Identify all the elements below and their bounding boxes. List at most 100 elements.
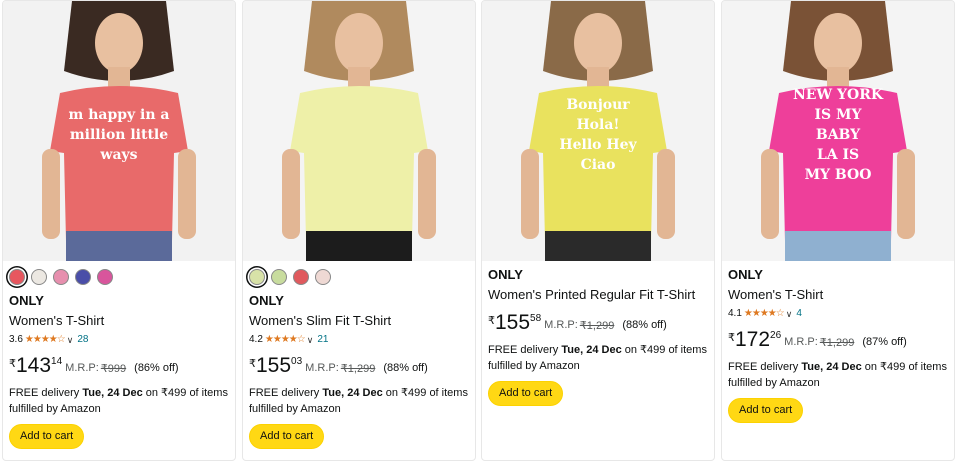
delivery-info: FREE delivery Tue, 24 Dec on ₹499 of ite… <box>488 342 708 374</box>
shirt-print-text: NEW YORK <box>793 87 884 103</box>
color-swatches <box>249 269 331 285</box>
price-fraction: 26 <box>770 330 782 341</box>
product-image[interactable]: m happy in a million little ways <box>3 1 235 261</box>
discount-badge: (87% off) <box>862 336 907 348</box>
delivery-pre: FREE delivery <box>249 387 323 399</box>
rating-row[interactable]: 4.2 ★★★★☆ ∨ 21 <box>249 333 469 347</box>
color-swatch[interactable] <box>315 269 331 285</box>
currency-symbol: ₹ <box>488 315 495 327</box>
product-title-link[interactable]: Women's T-Shirt <box>728 286 948 304</box>
brand-name: ONLY <box>249 293 284 308</box>
currency-symbol: ₹ <box>249 358 256 370</box>
shirt-print-text: ways <box>99 147 137 163</box>
delivery-date: Tue, 24 Dec <box>801 361 862 373</box>
discount-badge: (86% off) <box>134 362 179 374</box>
add-to-cart-button[interactable]: Add to cart <box>488 381 564 406</box>
price-whole: 155 <box>256 354 292 377</box>
chevron-down-icon[interactable]: ∨ <box>307 333 314 347</box>
shirt-print-text: million little <box>70 127 168 143</box>
add-to-cart-button[interactable]: Add to cart <box>249 424 325 449</box>
color-swatch[interactable] <box>75 269 91 285</box>
rating-value: 3.6 <box>9 334 23 345</box>
rating-count-link[interactable]: 28 <box>77 333 88 347</box>
brand-name: ONLY <box>488 267 523 282</box>
price-whole: 172 <box>735 328 771 351</box>
mrp-label: M.R.P: <box>305 362 339 374</box>
mrp-value: ₹1,299 <box>340 363 376 375</box>
currency-symbol: ₹ <box>9 358 16 370</box>
mrp-value: ₹1,299 <box>579 320 615 332</box>
shirt-print-text: BABY <box>816 127 861 143</box>
rating-row[interactable]: 4.1 ★★★★☆ ∨ 4 <box>728 307 948 321</box>
rating-count-link[interactable]: 21 <box>317 333 328 347</box>
price-fraction: 14 <box>51 356 63 367</box>
delivery-pre: FREE delivery <box>9 387 83 399</box>
shirt-print-text: Bonjour <box>566 97 630 113</box>
star-rating-icon[interactable]: ★★★★☆ <box>744 307 785 321</box>
shirt-print-text: Hello Hey <box>559 137 637 153</box>
rating-value: 4.1 <box>728 308 742 319</box>
product-card[interactable]: ONLY Women's Slim Fit T-Shirt 4.2 ★★★★☆ … <box>242 0 476 461</box>
delivery-date: Tue, 24 Dec <box>322 387 383 399</box>
shirt-print-text: LA IS <box>817 147 859 163</box>
add-to-cart-button[interactable]: Add to cart <box>728 398 804 423</box>
product-info: ONLY Women's Printed Regular Fit T-Shirt… <box>488 267 708 406</box>
product-image[interactable] <box>243 1 475 261</box>
product-title-link[interactable]: Women's Printed Regular Fit T-Shirt <box>488 286 708 304</box>
shirt-print-text: MY BOO <box>805 167 872 183</box>
delivery-pre: FREE delivery <box>488 344 562 356</box>
discount-badge: (88% off) <box>383 362 428 374</box>
shirt-print-text: Ciao <box>581 157 616 173</box>
color-swatch[interactable] <box>53 269 69 285</box>
product-image[interactable]: NEW YORK IS MY BABY LA IS MY BOO <box>722 1 954 261</box>
price-fraction: 03 <box>291 356 303 367</box>
product-photo <box>243 1 475 261</box>
chevron-down-icon[interactable]: ∨ <box>786 307 793 321</box>
add-to-cart-button[interactable]: Add to cart <box>9 424 85 449</box>
color-swatch[interactable] <box>31 269 47 285</box>
price-whole: 143 <box>16 354 52 377</box>
color-swatch[interactable] <box>249 269 265 285</box>
delivery-info: FREE delivery Tue, 24 Dec on ₹499 of ite… <box>728 359 948 391</box>
product-info: ONLY Women's T-Shirt 4.1 ★★★★☆ ∨ 4 ₹ 172… <box>728 267 948 423</box>
mrp-value: ₹999 <box>100 363 127 375</box>
color-swatch[interactable] <box>271 269 287 285</box>
product-card[interactable]: Bonjour Hola! Hello Hey Ciao ONLY Women's P… <box>481 0 715 461</box>
shirt-print-text: Hola! <box>576 117 619 133</box>
mrp-label: M.R.P: <box>784 336 818 348</box>
product-title-link[interactable]: Women's Slim Fit T-Shirt <box>249 312 469 330</box>
price-fraction: 58 <box>530 313 542 324</box>
shirt-print-text: IS MY <box>814 107 862 123</box>
mrp-value: ₹1,299 <box>819 337 855 349</box>
star-rating-icon[interactable]: ★★★★☆ <box>25 333 66 347</box>
color-swatch[interactable] <box>293 269 309 285</box>
product-title-link[interactable]: Women's T-Shirt <box>9 312 229 330</box>
product-card[interactable]: NEW YORK IS MY BABY LA IS MY BOO ONLY Women'… <box>721 0 955 461</box>
product-card[interactable]: m happy in a million little ways ONLY Wome… <box>2 0 236 461</box>
delivery-info: FREE delivery Tue, 24 Dec on ₹499 of ite… <box>249 385 469 417</box>
color-swatch[interactable] <box>97 269 113 285</box>
brand-name: ONLY <box>9 293 44 308</box>
discount-badge: (88% off) <box>622 319 667 331</box>
rating-count-link[interactable]: 4 <box>796 307 802 321</box>
price-row: ₹ 155 03 M.R.P: ₹1,299 (88% off) <box>249 355 469 377</box>
product-info: ONLY Women's Slim Fit T-Shirt 4.2 ★★★★☆ … <box>249 293 469 449</box>
color-swatches <box>9 269 113 285</box>
product-photo: NEW YORK IS MY BABY LA IS MY BOO <box>722 1 954 261</box>
brand-name: ONLY <box>728 267 763 282</box>
mrp-label: M.R.P: <box>544 319 578 331</box>
product-image[interactable]: Bonjour Hola! Hello Hey Ciao <box>482 1 714 261</box>
rating-row[interactable]: 3.6 ★★★★☆ ∨ 28 <box>9 333 229 347</box>
delivery-info: FREE delivery Tue, 24 Dec on ₹499 of ite… <box>9 385 229 417</box>
delivery-date: Tue, 24 Dec <box>82 387 143 399</box>
star-rating-icon[interactable]: ★★★★☆ <box>265 333 306 347</box>
color-swatch[interactable] <box>9 269 25 285</box>
rating-value: 4.2 <box>249 334 263 345</box>
delivery-date: Tue, 24 Dec <box>561 344 622 356</box>
product-photo: m happy in a million little ways <box>3 1 235 261</box>
product-info: ONLY Women's T-Shirt 3.6 ★★★★☆ ∨ 28 ₹ 14… <box>9 293 229 449</box>
product-photo: Bonjour Hola! Hello Hey Ciao <box>482 1 714 261</box>
delivery-pre: FREE delivery <box>728 361 802 373</box>
chevron-down-icon[interactable]: ∨ <box>67 333 74 347</box>
mrp-label: M.R.P: <box>65 362 99 374</box>
